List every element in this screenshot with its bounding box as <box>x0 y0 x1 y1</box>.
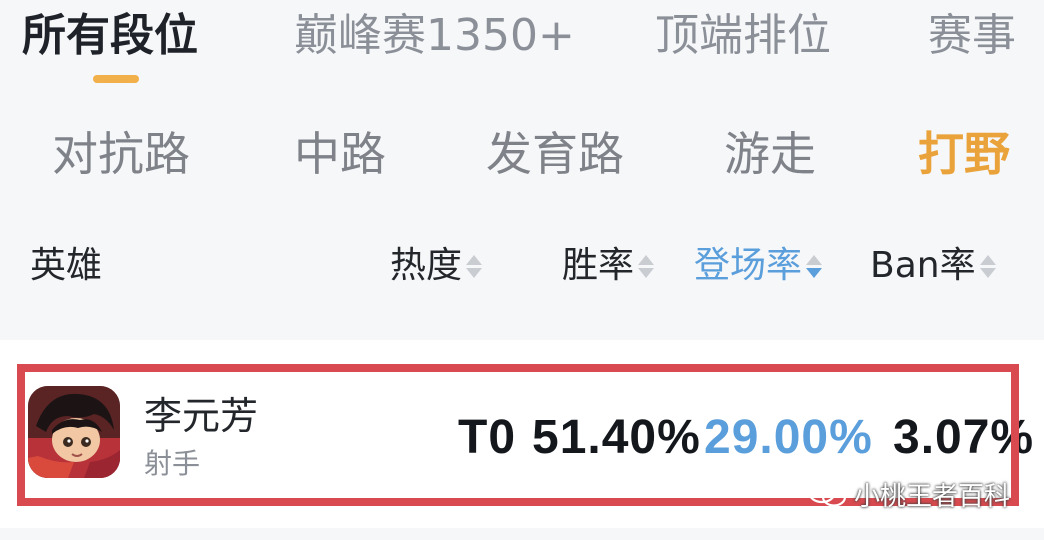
role-tab-mid-lane[interactable]: 中路 <box>294 118 386 190</box>
column-pick-rate[interactable]: 登场率 <box>694 236 823 296</box>
tab-top-ranked[interactable]: 顶端排位 <box>655 6 831 66</box>
tab-all-ranks[interactable]: 所有段位 <box>22 6 198 66</box>
sort-icon <box>466 254 483 278</box>
column-heat[interactable]: 热度 <box>390 236 483 296</box>
role-tab-roam[interactable]: 游走 <box>724 118 816 190</box>
column-hero-label: 英雄 <box>30 245 103 286</box>
wechat-icon <box>807 480 847 507</box>
column-pick-rate-label: 登场率 <box>694 245 803 286</box>
watermark: 小桃王者百科 <box>806 476 1010 512</box>
sort-icon <box>979 254 996 278</box>
column-win-rate[interactable]: 胜率 <box>562 236 655 296</box>
active-tab-indicator <box>93 75 139 83</box>
column-win-rate-label: 胜率 <box>562 245 635 286</box>
table-header: 英雄 热度 胜率 登场率 Ban率 <box>0 236 1044 296</box>
role-tabs: 对抗路 中路 发育路 游走 打野 <box>0 118 1044 190</box>
column-ban-rate-label: Ban率 <box>870 245 976 286</box>
role-tab-clash-lane[interactable]: 对抗路 <box>52 118 190 190</box>
column-heat-label: 热度 <box>390 245 463 286</box>
watermark-text: 小桃王者百科 <box>854 481 1011 512</box>
tab-peak-1350[interactable]: 巅峰赛1350+ <box>294 6 575 66</box>
column-hero: 英雄 <box>30 236 102 296</box>
sort-desc-icon <box>806 254 823 278</box>
rank-tabs: 所有段位 巅峰赛1350+ 顶端排位 赛事 <box>0 0 1044 100</box>
role-tab-farm-lane[interactable]: 发育路 <box>486 118 624 190</box>
role-tab-jungle[interactable]: 打野 <box>918 118 1010 190</box>
column-ban-rate[interactable]: Ban率 <box>870 236 996 296</box>
tab-events[interactable]: 赛事 <box>928 6 1016 66</box>
sort-icon <box>638 254 655 278</box>
